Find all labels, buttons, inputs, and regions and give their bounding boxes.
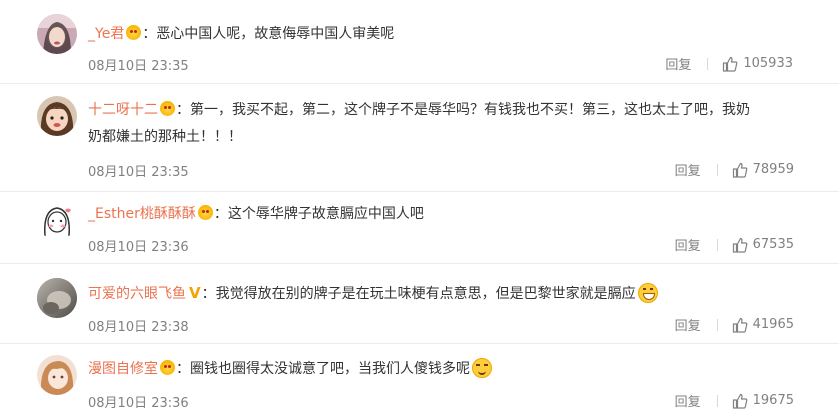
- divider: [716, 318, 718, 331]
- username[interactable]: _Esther桃酥酥酥: [88, 206, 196, 222]
- grin-emoji-icon: [637, 283, 658, 303]
- comment-actions: 回复 67535: [675, 235, 794, 254]
- comment-actions: 回复 19675: [675, 391, 794, 410]
- separator: ：: [213, 206, 228, 222]
- comment-body: 我觉得放在别的牌子是在玩土味梗有点意思，但是巴黎世家就是膈应: [215, 286, 636, 302]
- thumbs-up-icon: [723, 56, 738, 72]
- divider: [707, 57, 709, 70]
- crown-emoji-badge-icon: [160, 360, 175, 375]
- avatar[interactable]: [37, 96, 77, 136]
- username[interactable]: 漫图自修室: [88, 361, 158, 377]
- username[interactable]: _Ye君: [88, 26, 124, 42]
- thumbs-up-icon: [732, 317, 748, 333]
- crown-emoji-badge-icon: [197, 205, 213, 220]
- avatar[interactable]: [37, 278, 77, 318]
- like-count: 105933: [743, 56, 793, 71]
- comment-item: _Esther桃酥酥酥 ：这个辱华牌子故意膈应中国人吧 08月10日 23:36 …: [0, 192, 839, 264]
- comment-text: 可爱的六眼飞鱼 V：我觉得放在别的牌子是在玩土味梗有点意思，但是巴黎世家就是膈应: [88, 281, 809, 306]
- username[interactable]: 十二呀十二: [88, 102, 158, 118]
- avatar[interactable]: [37, 14, 77, 54]
- comment-item: 可爱的六眼飞鱼 V：我觉得放在别的牌子是在玩土味梗有点意思，但是巴黎世家就是膈应 …: [0, 264, 839, 344]
- comment-item: _Ye君 ：恶心中国人呢，故意侮辱中国人审美呢 08月10日 23:35 回复 1…: [0, 0, 839, 84]
- like-count: 19675: [752, 393, 794, 408]
- divider: [716, 163, 718, 176]
- divider: [716, 238, 718, 251]
- comment-text: 漫图自修室 ：圈钱也圈得太没诚意了吧，当我们人傻钱多呢: [88, 357, 809, 381]
- comment-actions: 回复 105933: [665, 54, 793, 73]
- comment-body: 这个辱华牌子故意膈应中国人吧: [227, 206, 424, 222]
- comment-item: 十二呀十二 ：第一，我买不起，第二，这个牌子不是辱华吗？有钱我也不买！第三，这也太…: [0, 84, 839, 192]
- crown-emoji-badge-icon: [160, 101, 175, 116]
- comment-text: _Esther桃酥酥酥 ：这个辱华牌子故意膈应中国人吧: [88, 202, 809, 226]
- crown-emoji-badge-icon: [126, 25, 142, 40]
- comment-body: 恶心中国人呢，故意侮辱中国人审美呢: [156, 26, 395, 42]
- like-button[interactable]: 78959: [732, 162, 794, 178]
- timestamp: 08月10日 23:35: [88, 165, 189, 180]
- like-count: 41965: [752, 317, 794, 332]
- comment-actions: 回复 78959: [675, 160, 794, 179]
- like-count: 67535: [752, 237, 794, 252]
- separator: ：: [176, 361, 190, 377]
- comment-body: 圈钱也圈得太没诚意了吧，当我们人傻钱多呢: [190, 361, 470, 377]
- separator: ：: [142, 26, 157, 42]
- reply-button[interactable]: 回复: [665, 54, 691, 73]
- timestamp: 08月10日 23:36: [88, 240, 189, 255]
- comment-body-line-2: 奶都嫌土的那种土！！！: [88, 129, 242, 145]
- reply-button[interactable]: 回复: [675, 160, 701, 179]
- thumbs-up-icon: [732, 162, 748, 178]
- comment-item: 漫图自修室 ：圈钱也圈得太没诚意了吧，当我们人傻钱多呢 08月10日 23:36 …: [0, 344, 839, 417]
- thumbs-up-icon: [732, 393, 748, 409]
- smirk-emoji-icon: [472, 358, 492, 378]
- reply-button[interactable]: 回复: [675, 391, 701, 410]
- timestamp: 08月10日 23:38: [88, 320, 189, 335]
- like-button[interactable]: 105933: [722, 56, 793, 72]
- timestamp: 08月10日 23:36: [88, 396, 189, 411]
- like-button[interactable]: 19675: [732, 393, 794, 409]
- separator: ：: [176, 102, 190, 118]
- like-button[interactable]: 67535: [732, 237, 794, 253]
- avatar[interactable]: [37, 355, 77, 395]
- like-count: 78959: [752, 162, 794, 177]
- username[interactable]: 可爱的六眼飞鱼: [88, 286, 186, 302]
- reply-button[interactable]: 回复: [675, 235, 701, 254]
- like-button[interactable]: 41965: [732, 317, 794, 333]
- thumbs-up-icon: [732, 237, 748, 253]
- separator: ：: [201, 286, 216, 302]
- reply-button[interactable]: 回复: [675, 315, 701, 334]
- divider: [716, 394, 718, 407]
- comment-body-line-1: 第一，我买不起，第二，这个牌子不是辱华吗？有钱我也不买！第三，这也太土了吧，我奶: [190, 102, 750, 118]
- comment-text: 十二呀十二 ：第一，我买不起，第二，这个牌子不是辱华吗？有钱我也不买！第三，这也太…: [88, 97, 809, 151]
- avatar[interactable]: [37, 200, 77, 240]
- timestamp: 08月10日 23:35: [88, 59, 189, 74]
- verified-v-icon: V: [189, 284, 201, 302]
- comment-actions: 回复 41965: [675, 315, 794, 334]
- comment-text: _Ye君 ：恶心中国人呢，故意侮辱中国人审美呢: [88, 22, 809, 46]
